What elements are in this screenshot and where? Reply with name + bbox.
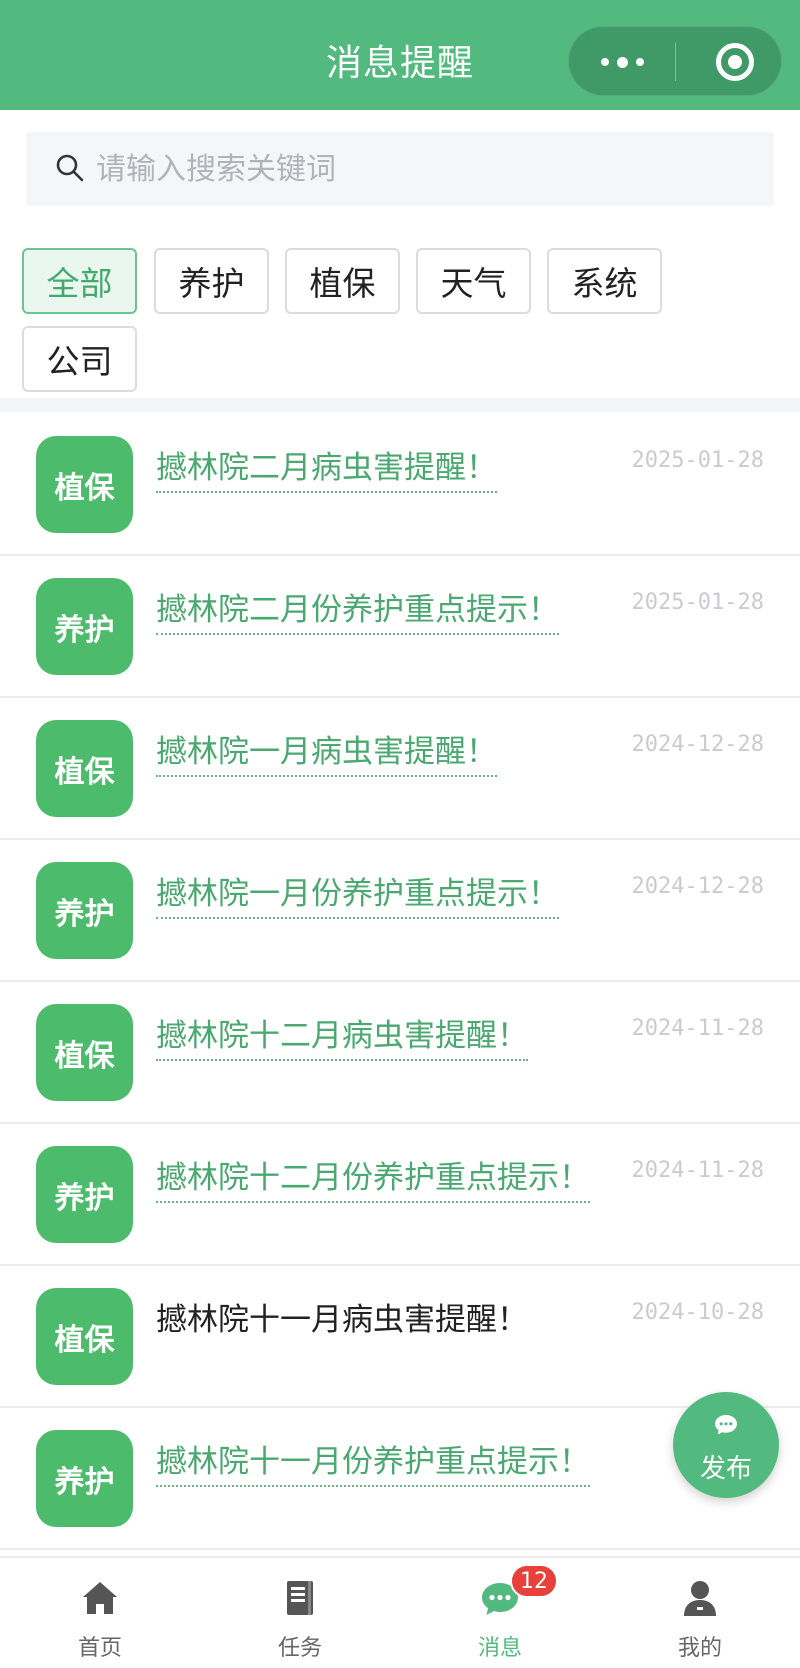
search-input[interactable]	[96, 132, 736, 206]
section-divider	[0, 398, 800, 412]
category-tag: 植保	[36, 436, 133, 533]
close-target-icon[interactable]	[716, 43, 754, 81]
mini-program-capsule	[568, 26, 782, 96]
filter-chip-all[interactable]: 全部	[22, 248, 137, 314]
message-item[interactable]: 养护 撼林院一月份养护重点提示！ 2024-12-28	[0, 840, 800, 982]
dot-icon	[616, 56, 628, 68]
publish-button[interactable]: 发布	[673, 1392, 779, 1498]
message-date: 2025-01-28	[631, 590, 764, 615]
filter-chip-weather[interactable]: 天气	[416, 248, 531, 314]
more-options-button[interactable]	[569, 27, 675, 97]
category-tag: 养护	[36, 578, 133, 675]
message-title[interactable]: 撼林院十一月病虫害提醒！	[156, 1294, 528, 1343]
message-title[interactable]: 撼林院二月病虫害提醒！	[156, 442, 497, 493]
chat-bubble-icon	[715, 1415, 737, 1435]
filter-chip-plant-protection[interactable]: 植保	[285, 248, 400, 314]
message-title[interactable]: 撼林院二月份养护重点提示！	[156, 584, 559, 635]
tab-label: 消息	[477, 1636, 522, 1661]
tab-label: 首页	[77, 1636, 122, 1661]
category-tag: 植保	[36, 1288, 133, 1385]
filter-chip-maintenance[interactable]: 养护	[154, 248, 269, 314]
message-item[interactable]: 养护 撼林院二月份养护重点提示！ 2025-01-28	[0, 556, 800, 698]
message-item[interactable]: 养护 撼林院十二月份养护重点提示！ 2024-11-28	[0, 1124, 800, 1266]
tab-tasks[interactable]: 任务	[200, 1558, 400, 1668]
tab-home[interactable]: 首页	[0, 1558, 200, 1668]
message-date: 2025-01-28	[631, 448, 764, 473]
capsule-divider	[675, 43, 676, 81]
message-date: 2024-12-28	[631, 732, 764, 757]
category-tag: 养护	[36, 862, 133, 959]
message-date: 2024-11-28	[631, 1158, 764, 1183]
tab-messages[interactable]: 12 消息	[400, 1558, 600, 1668]
unread-badge: 12	[510, 1564, 558, 1598]
task-book-icon	[287, 1581, 313, 1615]
category-tag: 养护	[36, 1146, 133, 1243]
message-item[interactable]: 植保 撼林院十二月病虫害提醒！ 2024-11-28	[0, 982, 800, 1124]
tab-label: 我的	[677, 1636, 722, 1661]
message-date: 2024-11-28	[631, 1016, 764, 1041]
message-title[interactable]: 撼林院一月病虫害提醒！	[156, 726, 497, 777]
publish-label: 发布	[699, 1454, 752, 1484]
message-date: 2024-10-28	[631, 1300, 764, 1325]
category-tag: 养护	[36, 1430, 133, 1527]
tab-profile[interactable]: 我的	[600, 1558, 800, 1668]
message-title[interactable]: 撼林院十一月份养护重点提示！	[156, 1436, 590, 1487]
dot-icon	[635, 58, 644, 66]
message-title[interactable]: 撼林院十二月份养护重点提示！	[156, 1152, 590, 1203]
search-bar	[26, 132, 774, 206]
message-item[interactable]: 植保 撼林院一月病虫害提醒！ 2024-12-28	[0, 698, 800, 840]
message-item[interactable]: 植保 撼林院十一月病虫害提醒！ 2024-10-28	[0, 1266, 800, 1408]
message-date: 2024-12-28	[631, 874, 764, 899]
message-item[interactable]: 植保 撼林院二月病虫害提醒！ 2025-01-28	[0, 414, 800, 556]
tab-label: 任务	[277, 1636, 322, 1661]
nav-header: 消息提醒	[0, 0, 800, 110]
category-tag: 植保	[36, 1004, 133, 1101]
filter-chip-system[interactable]: 系统	[547, 248, 662, 314]
profile-icon	[684, 1581, 716, 1616]
home-icon	[83, 1582, 117, 1614]
filter-chip-company[interactable]: 公司	[22, 326, 137, 392]
bottom-tab-bar: 首页 任务 12 消息 我的	[0, 1556, 800, 1668]
search-icon	[56, 154, 84, 182]
category-tag: 植保	[36, 720, 133, 817]
message-title[interactable]: 撼林院一月份养护重点提示！	[156, 868, 559, 919]
dot-icon	[600, 58, 609, 66]
message-title[interactable]: 撼林院十二月病虫害提醒！	[156, 1010, 528, 1061]
